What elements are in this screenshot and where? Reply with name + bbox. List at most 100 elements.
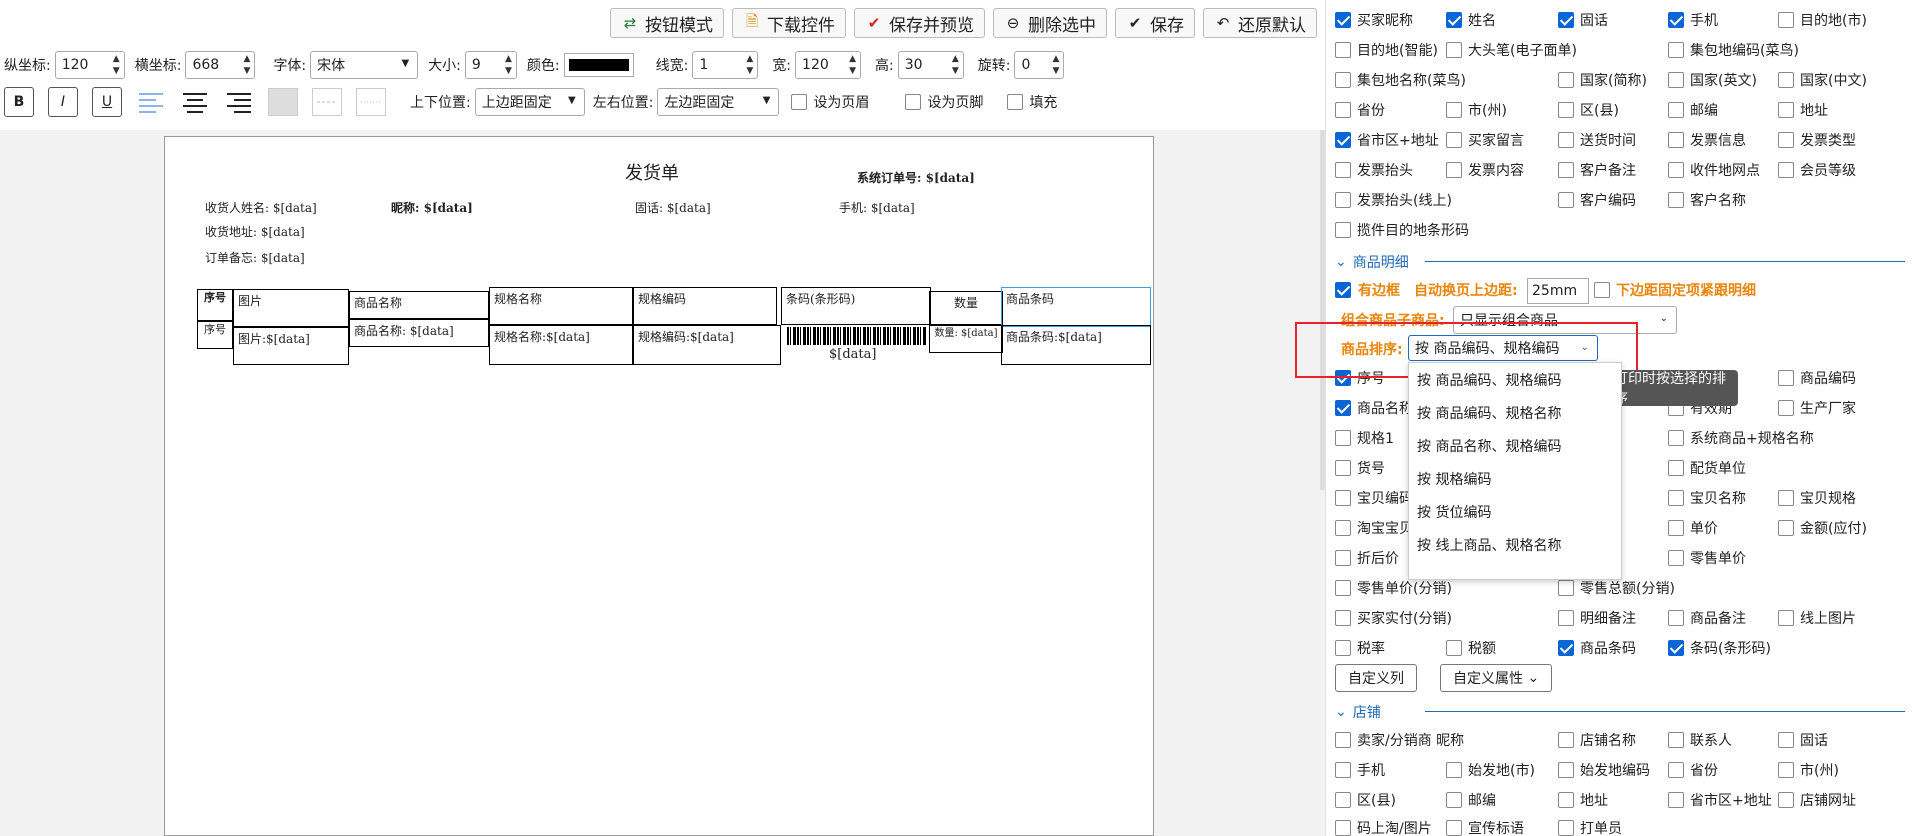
field-checkbox[interactable] <box>1335 520 1351 536</box>
field-option[interactable]: 集包地名称(菜鸟) <box>1335 70 1466 90</box>
field-checkbox[interactable] <box>1668 192 1684 208</box>
table-cell[interactable]: 数量: $[data] <box>929 325 1003 353</box>
field-checkbox[interactable] <box>1778 72 1794 88</box>
has-border-checkbox[interactable] <box>1335 282 1351 298</box>
field-checkbox[interactable] <box>1668 460 1684 476</box>
field-option[interactable]: 目的地(市) <box>1778 10 1867 30</box>
field-checkbox[interactable] <box>1558 132 1574 148</box>
field-option[interactable]: 始发地编码 <box>1558 760 1650 780</box>
sort-option[interactable]: 按 商品编码、规格编码 <box>1409 363 1621 396</box>
table-header-cell[interactable]: 商品名称 <box>349 291 489 319</box>
field-checkbox[interactable] <box>1778 792 1794 808</box>
field-option[interactable]: 收件地网点 <box>1668 160 1760 180</box>
field-option[interactable]: 税率 <box>1335 638 1385 658</box>
field-checkbox[interactable] <box>1778 132 1794 148</box>
field-checkbox[interactable] <box>1335 490 1351 506</box>
field-option[interactable]: 明细备注 <box>1558 608 1636 628</box>
field-option[interactable]: 始发地(市) <box>1446 760 1535 780</box>
font-size-input[interactable]: 9 ▲ ▼ <box>464 51 517 79</box>
field-checkbox[interactable] <box>1558 12 1574 28</box>
field-option[interactable]: 系统商品+规格名称 <box>1668 428 1814 448</box>
field-checkbox[interactable] <box>1335 580 1351 596</box>
field-checkbox[interactable] <box>1668 12 1684 28</box>
field-option[interactable]: 商品编码 <box>1778 368 1856 388</box>
field-option[interactable]: 省份 <box>1335 100 1385 120</box>
field-option[interactable]: 手机 <box>1668 10 1718 30</box>
field-checkbox[interactable] <box>1335 792 1351 808</box>
field-option[interactable]: 会员等级 <box>1778 160 1856 180</box>
field-option[interactable]: 配货单位 <box>1668 458 1746 478</box>
custom-column-button[interactable]: 自定义列 <box>1335 664 1417 692</box>
field-checkbox[interactable] <box>1778 370 1794 386</box>
field-option[interactable]: 生产厂家 <box>1778 398 1856 418</box>
field-option[interactable]: 发票抬头 <box>1335 160 1413 180</box>
auto-page-margin-input[interactable]: 25mm <box>1527 278 1589 304</box>
horizontal-position-select[interactable]: 左边距固定 ▼ <box>657 88 780 116</box>
field-option[interactable]: 发票信息 <box>1668 130 1746 150</box>
field-checkbox[interactable] <box>1668 520 1684 536</box>
field-option[interactable]: 商品条码 <box>1558 638 1636 658</box>
field-checkbox[interactable] <box>1335 162 1351 178</box>
field-option[interactable]: 金额(应付) <box>1778 518 1867 538</box>
table-cell[interactable]: 规格名称:$[data] <box>489 325 633 365</box>
field-option[interactable]: 单价 <box>1668 518 1718 538</box>
field-checkbox[interactable] <box>1558 792 1574 808</box>
phone-field[interactable]: 固话: $[data] <box>635 199 711 216</box>
field-checkbox[interactable] <box>1778 400 1794 416</box>
bg-color-button[interactable] <box>268 88 298 116</box>
y-coordinate-input[interactable]: 120 ▲ ▼ <box>54 51 125 79</box>
field-option[interactable]: 店铺名称 <box>1558 730 1636 750</box>
field-option[interactable]: 国家(英文) <box>1668 70 1757 90</box>
field-option[interactable]: 买家昵称 <box>1335 10 1413 30</box>
field-checkbox[interactable] <box>1335 192 1351 208</box>
field-option[interactable]: 固话 <box>1558 10 1608 30</box>
field-option[interactable]: 固话 <box>1778 730 1828 750</box>
field-checkbox[interactable] <box>1446 762 1462 778</box>
field-checkbox[interactable] <box>1778 102 1794 118</box>
width-input[interactable]: 120 ▲ ▼ <box>795 51 862 79</box>
field-option[interactable]: 客户名称 <box>1668 190 1746 210</box>
field-option[interactable]: 宣传标语 <box>1446 818 1524 836</box>
button-mode-button[interactable]: ⇄ 按钮模式 <box>610 8 724 38</box>
custom-attribute-button[interactable]: 自定义属性 ⌄ <box>1440 664 1553 692</box>
field-option[interactable]: 邮编 <box>1446 790 1496 810</box>
field-option[interactable]: 地址 <box>1558 790 1608 810</box>
field-option[interactable]: 地址 <box>1778 100 1828 120</box>
table-header-cell[interactable]: 条码(条形码) <box>781 287 931 325</box>
field-checkbox[interactable] <box>1668 102 1684 118</box>
field-option[interactable]: 货号 <box>1335 458 1385 478</box>
field-option[interactable]: 商品名称 <box>1335 398 1413 418</box>
field-checkbox[interactable] <box>1446 640 1462 656</box>
field-checkbox[interactable] <box>1778 732 1794 748</box>
fill-checkbox[interactable] <box>1007 94 1024 110</box>
field-checkbox[interactable] <box>1668 490 1684 506</box>
field-option[interactable]: 客户备注 <box>1558 160 1636 180</box>
table-header-cell[interactable]: 规格名称 <box>489 287 633 325</box>
field-option[interactable]: 国家(中文) <box>1778 70 1867 90</box>
field-checkbox[interactable] <box>1446 792 1462 808</box>
sort-option[interactable]: 按 货位编码 <box>1409 495 1621 528</box>
line-width-input[interactable]: 1 ▲ ▼ <box>692 51 759 79</box>
align-center-icon[interactable] <box>180 87 210 117</box>
table-header-cell[interactable]: 图片 <box>233 289 349 327</box>
field-option[interactable]: 市(州) <box>1446 100 1507 120</box>
field-checkbox[interactable] <box>1558 820 1574 836</box>
field-checkbox[interactable] <box>1668 792 1684 808</box>
field-checkbox[interactable] <box>1558 610 1574 626</box>
field-option[interactable]: 零售总额(分销) <box>1558 578 1675 598</box>
table-header-cell[interactable]: 规格编码 <box>633 287 777 325</box>
field-checkbox[interactable] <box>1446 132 1462 148</box>
field-checkbox[interactable] <box>1335 640 1351 656</box>
field-option[interactable]: 买家留言 <box>1446 130 1524 150</box>
underline-button[interactable]: U <box>92 87 122 117</box>
nickname-field[interactable]: 昵称: $[data] <box>391 199 473 216</box>
field-checkbox[interactable] <box>1446 102 1462 118</box>
italic-button[interactable]: I <box>48 87 78 117</box>
field-checkbox[interactable] <box>1668 732 1684 748</box>
height-input[interactable]: 30 ▲ ▼ <box>897 51 964 79</box>
field-option[interactable]: 市(州) <box>1778 760 1839 780</box>
field-option[interactable]: 发票内容 <box>1446 160 1524 180</box>
field-checkbox[interactable] <box>1335 610 1351 626</box>
order-no-field[interactable]: 系统订单号: $[data] <box>857 169 975 186</box>
font-select[interactable]: 宋体 ▼ <box>310 51 419 79</box>
